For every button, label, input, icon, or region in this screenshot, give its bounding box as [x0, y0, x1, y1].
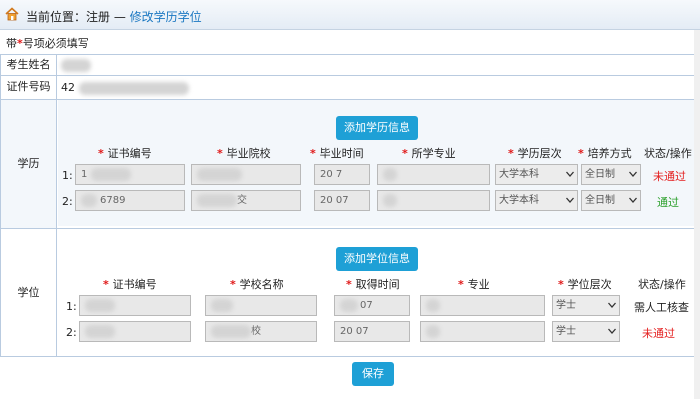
note-prefix: 带 [6, 37, 17, 50]
edu-header-mode: * 培养方式 [578, 147, 632, 160]
deg-header-level: * 学位层次 [558, 278, 612, 291]
edu-school-input[interactable] [191, 164, 301, 185]
edu-status-badge: 未通过 [653, 170, 686, 183]
deg-time-input[interactable]: 07 [334, 295, 410, 316]
degree-section: 添加学位信息 * 证书编号 * 学校名称 * 取得时间 * 专业 * 学位层次 … [58, 229, 699, 355]
chevron-down-icon [608, 302, 616, 308]
edu-header-level: * 学历层次 [508, 147, 562, 160]
deg-header-school: * 学校名称 [230, 278, 284, 291]
add-education-button[interactable]: 添加学历信息 [336, 116, 418, 140]
deg-row-index: 2: [66, 326, 77, 339]
deg-cert-input[interactable] [79, 321, 191, 342]
note-suffix: 号项必须填写 [22, 37, 89, 50]
home-icon[interactable] [5, 7, 19, 21]
deg-row-index: 1: [66, 300, 77, 313]
id-label: 证件号码 [1, 75, 57, 99]
scrollbar[interactable] [694, 30, 700, 399]
chevron-down-icon [566, 171, 574, 177]
edu-row-index: 2: [62, 195, 73, 208]
edu-time-input[interactable]: 20 07 [314, 190, 370, 211]
edu-major-input[interactable] [377, 190, 490, 211]
degree-section-label: 学位 [1, 229, 57, 357]
edu-header-time: * 毕业时间 [310, 147, 364, 160]
deg-header-time: * 取得时间 [346, 278, 400, 291]
save-button[interactable]: 保存 [352, 362, 394, 386]
edu-mode-select[interactable]: 全日制 [581, 190, 641, 211]
add-degree-button[interactable]: 添加学位信息 [336, 247, 418, 271]
form-table: 考生姓名 证件号码 42 学历 添加学历信息 * 证书编号 * 毕业院校 * 毕… [0, 54, 700, 357]
deg-header-status: 状态/操作 [638, 278, 686, 291]
chevron-down-icon [566, 197, 574, 203]
edu-school-input[interactable]: 交 [191, 190, 301, 211]
deg-status-badge: 需人工核查 [634, 301, 689, 314]
edu-major-input[interactable] [377, 164, 490, 185]
id-value: 42 [61, 81, 189, 95]
edu-mode-select[interactable]: 全日制 [581, 164, 641, 185]
deg-school-input[interactable]: 校 [205, 321, 317, 342]
chevron-down-icon [608, 328, 616, 334]
breadcrumb-current[interactable]: 修改学历学位 [130, 10, 202, 24]
deg-level-select[interactable]: 学士 [552, 321, 620, 342]
deg-status-badge: 未通过 [642, 327, 675, 340]
breadcrumb-bar: 当前位置：注册 — 修改学历学位 [0, 0, 700, 30]
deg-header-cert: * 证书编号 [103, 278, 157, 291]
deg-time-input[interactable]: 20 07 [334, 321, 410, 342]
deg-cert-input[interactable] [79, 295, 191, 316]
name-label: 考生姓名 [1, 55, 57, 75]
edu-cert-input[interactable]: 1 [75, 164, 185, 185]
edu-row-index: 1: [62, 169, 73, 182]
deg-level-select[interactable]: 学士 [552, 295, 620, 316]
education-section: 添加学历信息 * 证书编号 * 毕业院校 * 毕业时间 * 所学专业 * 学历层… [58, 100, 699, 226]
required-note: 带*号项必须填写 [6, 35, 89, 51]
edu-status-badge: 通过 [657, 196, 679, 209]
chevron-down-icon [629, 171, 637, 177]
breadcrumb-lead: 当前位置：注册 — [26, 10, 130, 24]
name-value [61, 58, 91, 72]
edu-time-input[interactable]: 20 7 [314, 164, 370, 185]
edu-header-status: 状态/操作 [644, 147, 692, 160]
breadcrumb: 当前位置：注册 — 修改学历学位 [26, 8, 202, 25]
deg-header-major: * 专业 [458, 278, 490, 291]
edu-header-cert: * 证书编号 [98, 147, 152, 160]
edu-header-school: * 毕业院校 [217, 147, 271, 160]
deg-major-input[interactable] [420, 295, 545, 316]
edu-cert-input[interactable]: 6789 [75, 190, 185, 211]
edu-header-major: * 所学专业 [402, 147, 456, 160]
education-section-label: 学历 [1, 100, 57, 228]
id-prefix: 42 [61, 81, 75, 94]
deg-major-input[interactable] [420, 321, 545, 342]
deg-school-input[interactable] [205, 295, 317, 316]
chevron-down-icon [629, 197, 637, 203]
edu-level-select[interactable]: 大学本科 [495, 164, 578, 185]
edu-level-select[interactable]: 大学本科 [495, 190, 578, 211]
